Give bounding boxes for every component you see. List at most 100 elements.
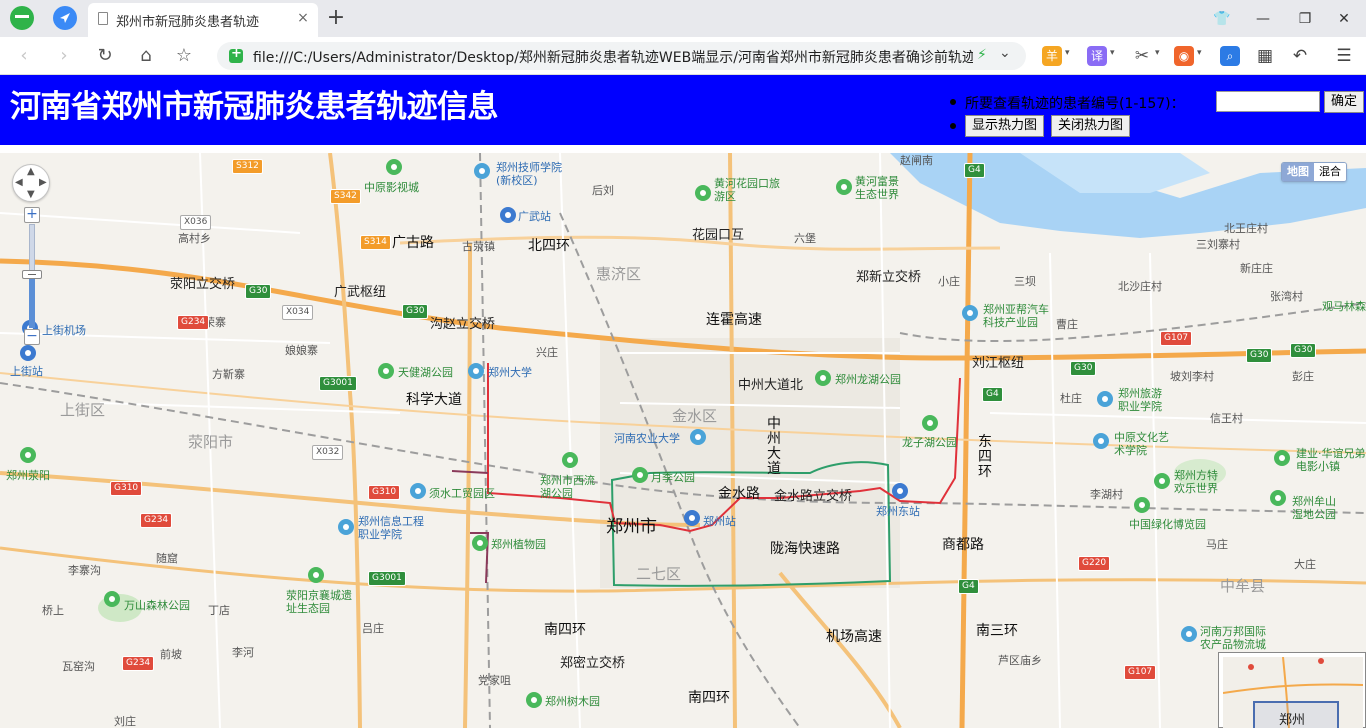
scissors-ext-icon[interactable]: ✂ [1132, 46, 1152, 66]
dropdown-caret-icon[interactable]: ▾ [1110, 48, 1115, 58]
pan-right-icon[interactable]: ▶ [39, 177, 47, 188]
new-tab-button[interactable]: + [324, 7, 348, 31]
poi-label[interactable]: 龙子湖公园 [902, 437, 957, 448]
place-label: 赵闸南 [900, 154, 933, 167]
search-ext-icon[interactable]: ⌕ [1220, 46, 1240, 66]
browser-logo-icon[interactable] [10, 6, 34, 30]
overview-map-canvas[interactable]: 郑州 [1223, 657, 1363, 728]
poi-label[interactable]: 天健湖公园 [398, 367, 453, 378]
poi-label[interactable]: 中原影视城 [364, 182, 419, 193]
poi-label[interactable]: 河南万邦国际农产品物流城 [1200, 625, 1276, 651]
poi-label[interactable]: 荥阳京襄城遗址生态园 [286, 589, 354, 615]
poi-label[interactable]: 中国绿化博览园 [1129, 519, 1206, 530]
confirm-button[interactable]: 确定 [1324, 91, 1365, 113]
poi-label[interactable]: 观马林森 [1322, 301, 1366, 312]
poi-label[interactable]: 郑州站 [703, 516, 736, 527]
navigation-compass-icon[interactable] [53, 6, 77, 30]
address-bar[interactable]: file:///C:/Users/Administrator/Desktop/郑… [217, 42, 1026, 70]
road-label: 荥阳立交桥 [170, 277, 236, 292]
overview-map[interactable]: 郑州 [1218, 652, 1366, 728]
translate-ext-icon[interactable]: 译 [1087, 46, 1107, 66]
poi-label[interactable]: 黄河花园口旅游区 [714, 177, 780, 203]
map-canvas[interactable]: 上街区 荥阳市 金水区 惠济区 二七区 中牟县 郑州市 北四环 广古路 连霍高速… [0, 145, 1366, 728]
dropdown-caret-icon[interactable]: ▾ [1155, 48, 1160, 58]
reload-button[interactable]: ↻ [93, 45, 117, 67]
poi-label[interactable]: 上街站 [10, 366, 43, 377]
chevron-down-icon[interactable]: ⌄ [999, 45, 1011, 61]
poi-label[interactable]: 中原文化艺术学院 [1114, 431, 1174, 457]
poi-label[interactable]: 郑州龙湖公园 [835, 374, 901, 385]
zoom-in-button[interactable]: + [24, 207, 40, 223]
pan-left-icon[interactable]: ◀ [15, 177, 23, 188]
apps-ext-icon[interactable]: ▦ [1255, 46, 1275, 66]
poi-label[interactable]: 月季公园 [651, 472, 695, 483]
poi-label[interactable]: 黄河富景生态世界 [855, 175, 909, 201]
patient-query-item: 所要查看轨迹的患者编号(1-157)： 确定 [948, 89, 1365, 113]
map-type-switch: 地图 混合 [1281, 162, 1347, 182]
back-button[interactable]: ‹ [12, 45, 36, 67]
map-pan-control[interactable]: ▲ ▼ ◀ ▶ [12, 164, 50, 202]
map-type-map-button[interactable]: 地图 [1282, 163, 1314, 181]
poi-label[interactable]: 郑州树木园 [545, 696, 600, 707]
poi-label[interactable]: 须水工贸园区 [429, 488, 495, 499]
restore-button[interactable]: ❐ [1294, 8, 1316, 30]
pan-up-icon[interactable]: ▲ [27, 166, 35, 177]
poi-label[interactable]: 郑州东站 [876, 506, 920, 517]
heritage-icon [308, 567, 324, 583]
road-label: 刘江枢纽 [972, 356, 1025, 371]
game-ext-icon[interactable]: ◉ [1174, 46, 1194, 66]
forward-button[interactable]: › [52, 45, 76, 67]
dropdown-caret-icon[interactable]: ▾ [1065, 48, 1070, 58]
road-label: 陇海快速路 [770, 541, 840, 557]
road-label: 金水路 [718, 486, 760, 502]
poi-label[interactable]: 河南农业大学 [614, 433, 680, 444]
poi-label[interactable]: 郑州植物园 [491, 539, 546, 550]
poi-label[interactable]: 郑州大学 [488, 367, 532, 378]
place-label: 桥上 [42, 604, 64, 617]
url-text[interactable]: file:///C:/Users/Administrator/Desktop/郑… [253, 47, 973, 67]
poi-label[interactable]: 郑州亚帮汽车科技产业园 [983, 303, 1055, 329]
show-heatmap-button[interactable]: 显示热力图 [965, 115, 1045, 137]
highway-shield: G30 [1070, 361, 1097, 376]
coin-ext-icon[interactable]: 羊 [1042, 46, 1062, 66]
poi-label[interactable]: 郑州市西流湖公园 [540, 474, 604, 500]
highway-shield: S312 [232, 159, 263, 174]
poi-label[interactable]: 郑州旅游职业学院 [1118, 387, 1168, 413]
zoom-slider[interactable]: + − [22, 207, 42, 347]
highway-shield: G220 [1078, 556, 1111, 571]
park-icon [472, 535, 488, 551]
close-heatmap-button[interactable]: 关闭热力图 [1051, 115, 1131, 137]
poi-label[interactable]: 郑州信息工程职业学院 [358, 515, 434, 541]
park-icon [1134, 497, 1150, 513]
browser-tab[interactable]: 郑州市新冠肺炎患者轨迹 × [88, 3, 318, 37]
place-label: 娘娘寨 [285, 344, 318, 357]
poi-label[interactable]: 上街机场 [42, 325, 86, 336]
favorite-button[interactable]: ☆ [172, 45, 196, 67]
map-type-hybrid-button[interactable]: 混合 [1314, 163, 1346, 181]
highway-shield: G107 [1160, 331, 1193, 346]
undo-ext-icon[interactable]: ↶ [1290, 46, 1310, 66]
home-button[interactable]: ⌂ [134, 45, 158, 67]
road-label: 东四环 [978, 434, 992, 480]
menu-ext-icon[interactable]: ☰ [1334, 46, 1354, 66]
tab-close-button[interactable]: × [294, 9, 312, 27]
poi-label[interactable]: 郑州荥阳 [6, 470, 50, 481]
poi-label[interactable]: 建业·华谊兄弟电影小镇 [1296, 447, 1366, 473]
poi-label[interactable]: 广武站 [518, 211, 551, 222]
poi-label[interactable]: 郑州方特欢乐世界 [1174, 469, 1226, 495]
skin-button[interactable]: 👕 [1211, 8, 1233, 30]
patient-number-input[interactable] [1216, 91, 1320, 112]
place-label: 小庄 [938, 275, 960, 288]
poi-label[interactable]: 郑州牟山湿地公园 [1292, 495, 1344, 521]
dropdown-caret-icon[interactable]: ▾ [1197, 48, 1202, 58]
district-label: 二七区 [636, 565, 682, 583]
pan-down-icon[interactable]: ▼ [27, 189, 35, 200]
zoom-handle[interactable] [22, 269, 42, 279]
lightning-icon[interactable]: ⚡ [977, 47, 987, 63]
poi-label[interactable]: 郑州技师学院(新校区) [496, 161, 576, 187]
park-icon [378, 363, 394, 379]
close-window-button[interactable]: ✕ [1333, 8, 1355, 30]
poi-label[interactable]: 万山森林公园 [124, 600, 190, 611]
minimize-button[interactable]: — [1252, 8, 1274, 30]
zoom-out-button[interactable]: − [24, 329, 40, 345]
